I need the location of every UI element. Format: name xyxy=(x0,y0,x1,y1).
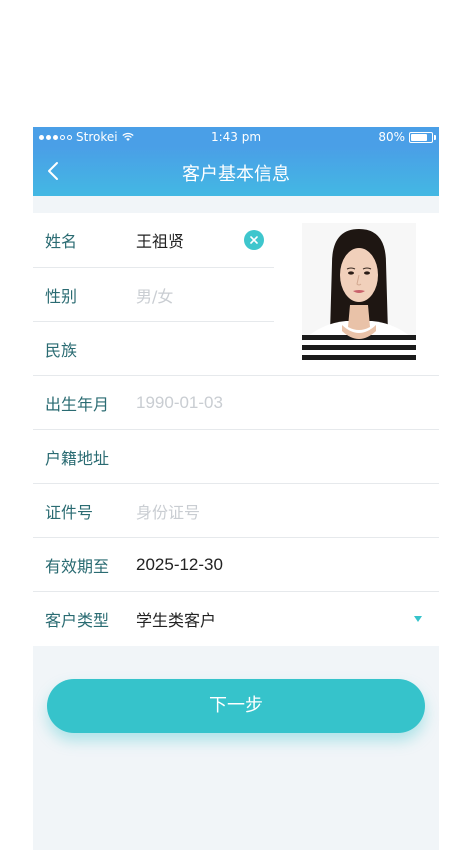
status-bar: Strokei 1:43 pm 80% xyxy=(33,127,439,147)
gender-label: 性别 xyxy=(45,287,78,306)
next-button[interactable]: 下一步 xyxy=(47,679,425,733)
clear-icon[interactable] xyxy=(244,230,264,250)
gender-row: 性别 男/女 xyxy=(33,268,274,322)
valid-until-label: 有效期至 xyxy=(45,557,110,576)
customer-type-select[interactable]: 学生类客户 xyxy=(136,607,216,631)
id-number-input[interactable]: 身份证号 xyxy=(136,499,200,523)
caret-down-icon[interactable] xyxy=(413,614,423,624)
customer-type-label: 客户类型 xyxy=(45,611,110,630)
phone-screen: Strokei 1:43 pm 80% 客户基本信息 姓名 王祖贤 性别 男/女… xyxy=(33,127,439,850)
id-photo[interactable] xyxy=(302,223,416,363)
customer-type-row[interactable]: 客户类型 学生类客户 xyxy=(33,592,439,646)
id-number-label: 证件号 xyxy=(45,503,94,522)
page-title: 客户基本信息 xyxy=(182,164,290,185)
id-number-row: 证件号 身份证号 xyxy=(33,484,439,538)
gender-input[interactable]: 男/女 xyxy=(136,283,173,307)
address-label: 户籍地址 xyxy=(45,449,110,468)
battery-icon xyxy=(409,131,436,143)
address-row: 户籍地址 xyxy=(33,430,439,484)
ethnicity-label: 民族 xyxy=(45,341,78,360)
birth-input[interactable]: 1990-01-03 xyxy=(136,393,223,413)
valid-until-input[interactable]: 2025-12-30 xyxy=(136,555,223,575)
ethnicity-row: 民族 xyxy=(33,322,274,376)
valid-until-row: 有效期至 2025-12-30 xyxy=(33,538,439,592)
name-input[interactable]: 王祖贤 xyxy=(136,228,184,252)
name-label: 姓名 xyxy=(45,232,78,251)
birth-label: 出生年月 xyxy=(45,395,110,414)
customer-form: 姓名 王祖贤 性别 男/女 民族 出生年月 1990-01-03 户籍地址 证件… xyxy=(33,213,439,646)
birth-row: 出生年月 1990-01-03 xyxy=(33,376,439,430)
battery-status: 80% xyxy=(378,130,436,144)
battery-percent: 80% xyxy=(378,130,405,144)
nav-bar: 客户基本信息 xyxy=(33,147,439,196)
name-row: 姓名 王祖贤 xyxy=(33,213,274,267)
